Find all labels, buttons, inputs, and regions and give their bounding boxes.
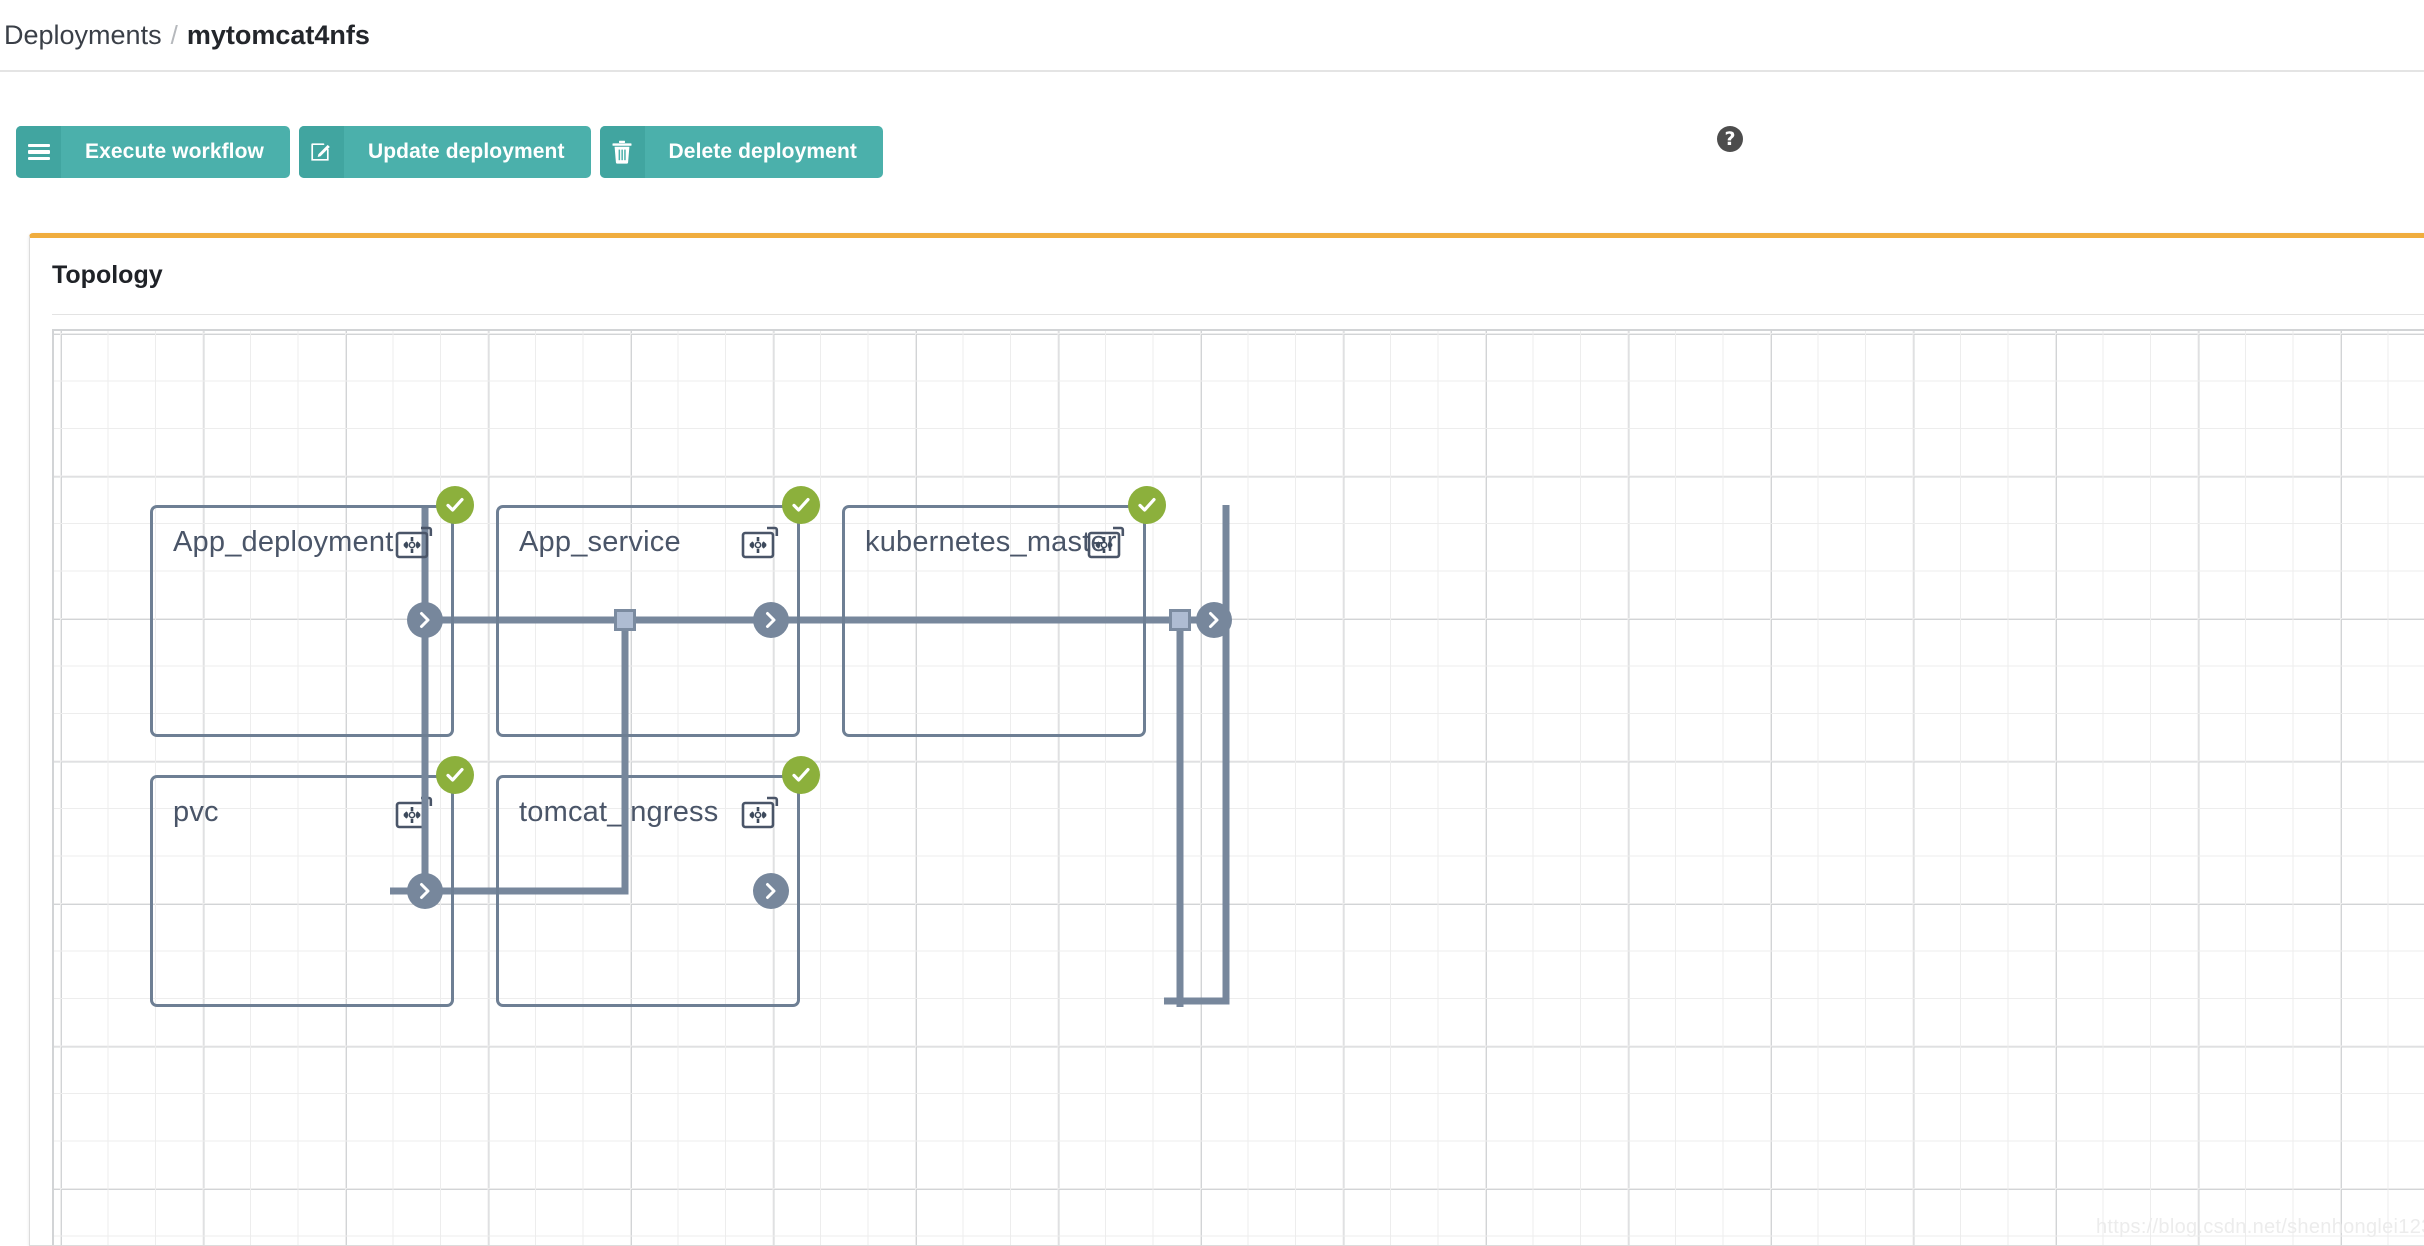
relationship-arrow-tomcat-ingress[interactable]	[753, 873, 789, 909]
update-deployment-label: Update deployment	[367, 140, 565, 163]
status-badge-kubernetes-master[interactable]	[1128, 486, 1166, 524]
action-toolbar: Execute workflow Update deployment Delet…	[16, 126, 883, 178]
status-badge-pvc[interactable]	[436, 756, 474, 794]
topology-node-kubernetes-master[interactable]: kubernetes_master	[842, 505, 1146, 737]
breadcrumb-separator: /	[170, 19, 178, 50]
panel-title: Topology	[52, 261, 163, 289]
update-deployment-button[interactable]: Update deployment	[298, 126, 591, 178]
edge-kubernetes-riser	[1164, 505, 1230, 1005]
gear-folder-icon[interactable]	[741, 796, 779, 830]
node-label: kubernetes_master	[865, 526, 1117, 558]
help-icon[interactable]: ?	[1717, 126, 1743, 152]
breadcrumb-current-page: mytomcat4nfs	[186, 19, 370, 50]
edit-pencil-icon	[298, 126, 344, 178]
relationship-arrow-app-service[interactable]	[753, 602, 789, 638]
node-label: pvc	[173, 796, 219, 828]
relationship-arrow-app-deployment[interactable]	[407, 602, 443, 638]
node-label: App_service	[519, 526, 681, 558]
watermark-text: https://blog.csdn.net/shenhonglei1234	[2095, 1216, 2424, 1238]
relationship-junction-app-service[interactable]	[614, 609, 636, 631]
node-label: App_deployment	[173, 526, 394, 558]
status-badge-app-service[interactable]	[782, 486, 820, 524]
gear-folder-icon[interactable]	[395, 796, 433, 830]
panel-divider	[52, 314, 2424, 315]
relationship-junction-hub[interactable]	[1169, 609, 1191, 631]
topology-canvas[interactable]: App_deployment App_service kubernetes_ma…	[52, 329, 2424, 1245]
gear-folder-icon[interactable]	[1087, 526, 1125, 560]
topology-panel: Topology App_deployment App_service kube…	[29, 233, 2424, 1246]
gear-folder-icon[interactable]	[395, 526, 433, 560]
status-badge-tomcat-ingress[interactable]	[782, 756, 820, 794]
delete-deployment-label: Delete deployment	[668, 140, 857, 163]
breadcrumb-link-deployments[interactable]: Deployments	[4, 20, 162, 51]
relationship-arrow-pvc[interactable]	[407, 873, 443, 909]
delete-deployment-button[interactable]: Delete deployment	[599, 126, 883, 178]
execute-workflow-button[interactable]: Execute workflow	[16, 126, 290, 178]
trash-icon	[599, 126, 645, 178]
hamburger-icon	[16, 126, 61, 178]
execute-workflow-label: Execute workflow	[85, 140, 264, 163]
breadcrumb: Deployments / mytomcat4nfs	[0, 0, 2424, 72]
relationship-arrow-kubernetes-master[interactable]	[1196, 602, 1232, 638]
gear-folder-icon[interactable]	[741, 526, 779, 560]
status-badge-app-deployment[interactable]	[436, 486, 474, 524]
node-label: tomcat_ingress	[519, 796, 719, 828]
